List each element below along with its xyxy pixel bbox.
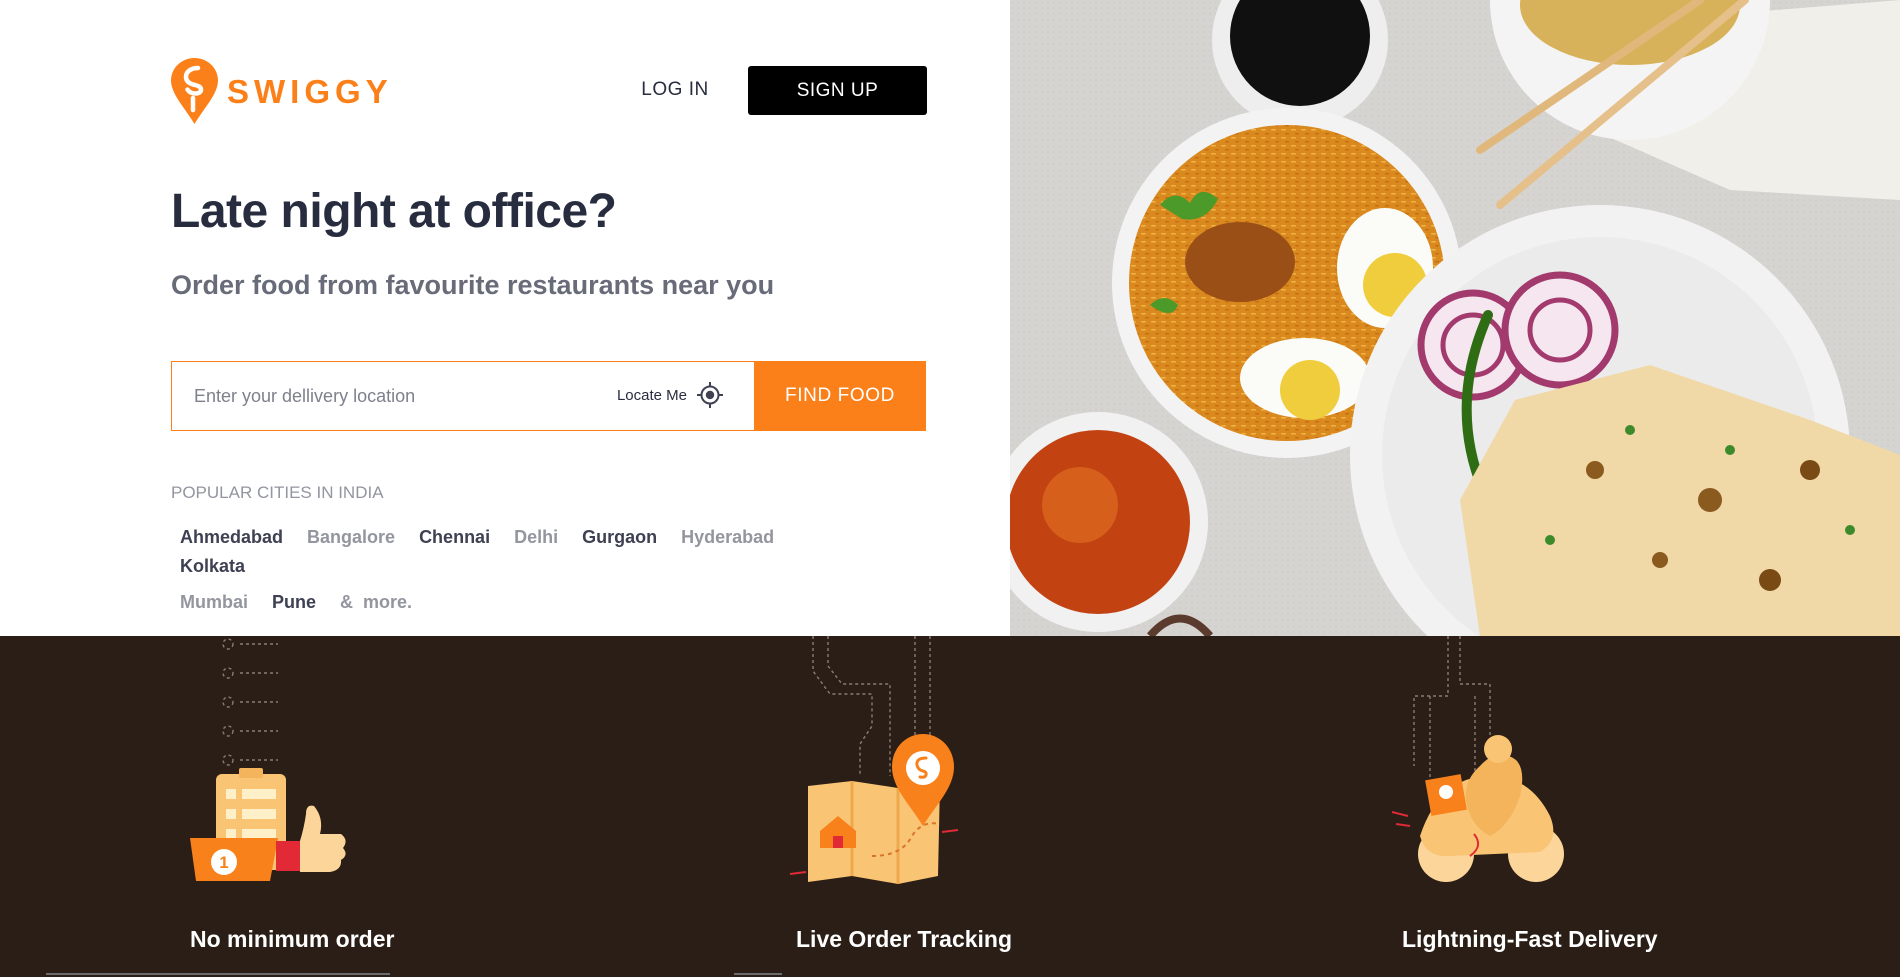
city-link-mumbai[interactable]: Mumbai [180,591,248,613]
hero-subheadline: Order food from favourite restaurants ne… [171,270,775,300]
city-link-chennai[interactable]: Chennai [419,526,490,548]
city-link-ahmedabad[interactable]: Ahmedabad [180,526,283,548]
city-ampersand: & [340,592,354,612]
feature-title: No minimum order [190,926,395,952]
crosshair-icon [697,382,723,408]
hero-food-image [1010,0,1900,636]
feature-live-order-tracking: Live Order Tracking [780,636,1120,977]
popular-cities-list: Ahmedabad Bangalore Chennai Delhi Gurgao… [180,526,880,613]
features-section: 1 No minimum order Live Order Tracking L… [0,636,1900,977]
feature-title: Live Order Tracking [796,926,1013,952]
city-link-kolkata[interactable]: Kolkata [180,555,245,577]
city-link-delhi[interactable]: Delhi [514,526,558,548]
city-link-gurgaon[interactable]: Gurgaon [582,526,657,548]
feature-lightning-fast-delivery: Lightning-Fast Delivery [1390,636,1730,977]
popular-cities-heading: POPULAR CITIES IN INDIA [171,483,384,502]
find-food-button[interactable]: FIND FOOD [754,361,926,431]
feature-title: Lightning-Fast Delivery [1402,926,1658,952]
food-photo [1010,0,1900,636]
locate-me-label: Locate Me [616,386,687,404]
feature-no-minimum-order: 1 No minimum order [170,636,510,977]
city-link-pune[interactable]: Pune [272,591,316,613]
locate-me-button[interactable]: Locate Me [617,381,724,409]
city-link-hyderabad[interactable]: Hyderabad [681,526,774,548]
section-divider [46,973,390,975]
more-cities-link[interactable]: more. [363,591,412,613]
location-field: Locate Me [171,361,754,431]
location-input[interactable] [173,363,573,429]
swiggy-logo[interactable]: SWIGGY [171,58,393,124]
location-search: Locate Me FIND FOOD [171,361,926,431]
hero-section: SWIGGY LOG IN SIGN UP Late night at offi… [0,0,1900,636]
thumbs-up-checklist-icon: 1 [190,638,346,881]
hero-headline: Late night at office? [171,185,617,238]
hero-left-panel: SWIGGY LOG IN SIGN UP Late night at offi… [0,0,1010,636]
city-link-bangalore[interactable]: Bangalore [307,526,395,548]
swiggy-logo-icon [171,58,218,124]
delivery-scooter-icon [1391,636,1564,882]
login-button[interactable]: LOG IN [620,66,730,114]
svg-text:1: 1 [219,853,228,872]
brand-name: SWIGGY [227,72,393,110]
map-pin-tracking-icon [789,636,959,884]
section-divider [734,973,782,975]
signup-button[interactable]: SIGN UP [748,66,927,115]
